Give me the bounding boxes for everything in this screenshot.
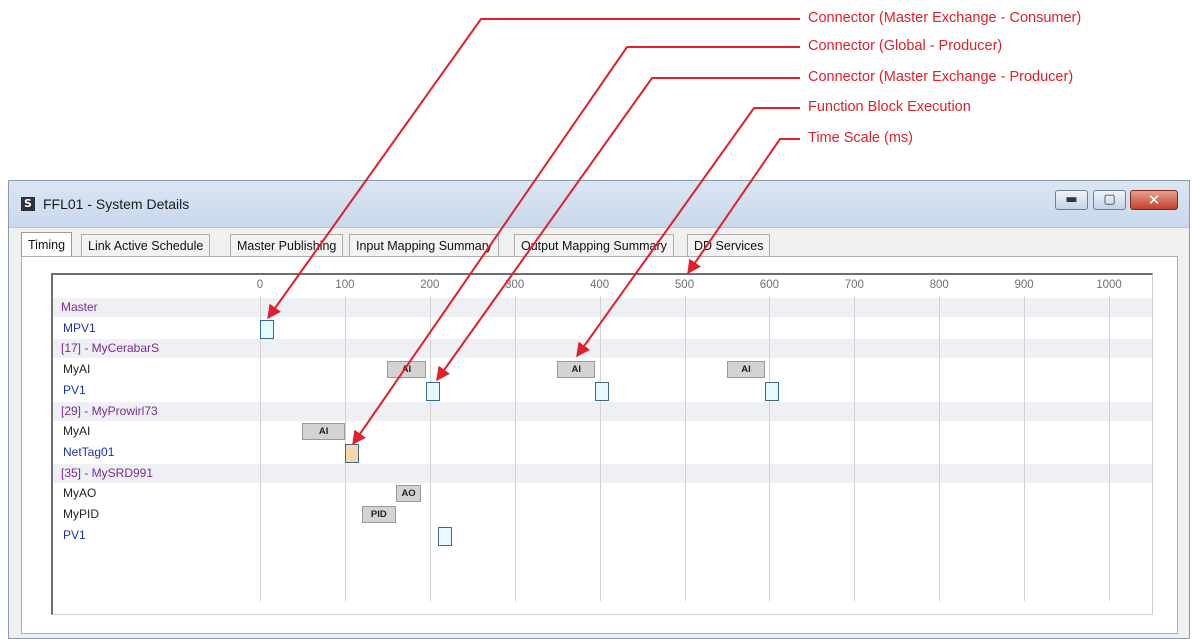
connector-consumer[interactable] <box>260 319 274 339</box>
group-header-band <box>53 401 1152 421</box>
device-group-label: [29] - MyProwirl73 <box>61 403 158 418</box>
tab-timing[interactable]: Timing <box>21 232 73 256</box>
function-block-row-label: MyAI <box>63 362 91 377</box>
device-group-label: Master <box>61 300 98 314</box>
function-block-row-label: MyAO <box>63 486 97 501</box>
title-bar: S FFL01 - System Details ▬ ▢ ✕ <box>9 181 1189 228</box>
timing-chart: 0 100 200 300 400 500 600 700 800 900 1000 Master MP… <box>51 273 1153 615</box>
time-gridline <box>769 296 771 601</box>
function-block-execution[interactable]: PID <box>361 506 396 523</box>
time-gridline <box>514 296 516 601</box>
time-tick-label: 900 <box>1014 279 1034 291</box>
tab-output-mapping-summary[interactable]: Output Mapping Summary <box>514 234 674 256</box>
connector-row-label: NetTag01 <box>63 444 115 459</box>
connector-row-label: MPV1 <box>63 320 96 335</box>
time-tick-label: 700 <box>844 279 864 291</box>
connector-master-producer[interactable] <box>438 526 453 546</box>
connector-global-producer[interactable] <box>344 443 359 463</box>
time-tick-label: 200 <box>420 279 440 291</box>
callout-global-producer: Connector (Global - Producer) <box>808 38 1003 54</box>
callout-master-exchange-producer: Connector (Master Exchange - Producer) <box>808 69 1074 85</box>
tab-link-active-schedule[interactable]: Link Active Schedule <box>81 234 211 256</box>
function-block-execution[interactable]: AI <box>387 361 426 379</box>
group-header-band <box>53 339 1152 359</box>
device-group-label: [17] - MyCerabarS <box>61 341 160 356</box>
time-tick-label: 500 <box>674 279 695 291</box>
minimize-icon: ▬ <box>1065 192 1078 207</box>
time-gridline <box>1024 296 1026 601</box>
connector-master-producer[interactable] <box>425 381 440 401</box>
app-logo-icon: S <box>21 197 35 211</box>
time-gridline <box>1109 296 1110 601</box>
function-block-execution[interactable]: AI <box>557 361 596 379</box>
time-tick-label: 0 <box>256 279 264 291</box>
callout-master-exchange-consumer: Connector (Master Exchange - Consumer) <box>808 10 1082 26</box>
callout-function-block-execution: Function Block Execution <box>808 99 971 115</box>
maximize-icon: ▢ <box>1103 192 1116 207</box>
window-title: FFL01 - System Details <box>43 196 190 212</box>
device-group-label: [35] - MySRD991 <box>61 465 154 480</box>
time-gridline <box>599 296 601 601</box>
time-tick-label: 600 <box>759 279 779 291</box>
function-block-row-label: MyPID <box>63 507 99 521</box>
function-block-row-label: MyAI <box>63 424 91 439</box>
maximize-button[interactable]: ▢ <box>1093 190 1126 210</box>
time-gridline <box>429 296 431 601</box>
callout-time-scale: Time Scale (ms) <box>808 130 913 146</box>
connector-master-producer[interactable] <box>595 381 610 401</box>
function-block-execution[interactable]: AO <box>395 485 422 503</box>
close-button[interactable]: ✕ <box>1130 190 1178 210</box>
time-tick-label: 100 <box>335 279 355 291</box>
connector-master-producer[interactable] <box>765 381 780 401</box>
time-gridline <box>854 296 856 601</box>
group-header-band <box>53 463 1152 483</box>
close-icon: ✕ <box>1147 191 1161 209</box>
function-block-execution[interactable]: AI <box>726 361 766 379</box>
time-tick-label: 1000 <box>1096 279 1122 291</box>
time-gridline <box>939 296 941 601</box>
function-block-execution[interactable]: AI <box>302 423 345 441</box>
connector-row-label: PV1 <box>63 382 86 397</box>
group-header-band <box>53 298 1152 317</box>
time-gridline <box>684 296 686 601</box>
time-tick-label: 400 <box>590 279 610 291</box>
tab-dd-services[interactable]: DD Services <box>687 234 771 256</box>
minimize-button[interactable]: ▬ <box>1055 190 1088 210</box>
time-tick-label: 800 <box>929 279 949 291</box>
tab-master-publishing[interactable]: Master Publishing <box>230 234 344 256</box>
time-gridline <box>260 296 261 601</box>
connector-row-label: PV1 <box>63 527 86 542</box>
tab-input-mapping-summary[interactable]: Input Mapping Summary <box>349 234 500 256</box>
time-tick-label: 300 <box>505 279 525 291</box>
